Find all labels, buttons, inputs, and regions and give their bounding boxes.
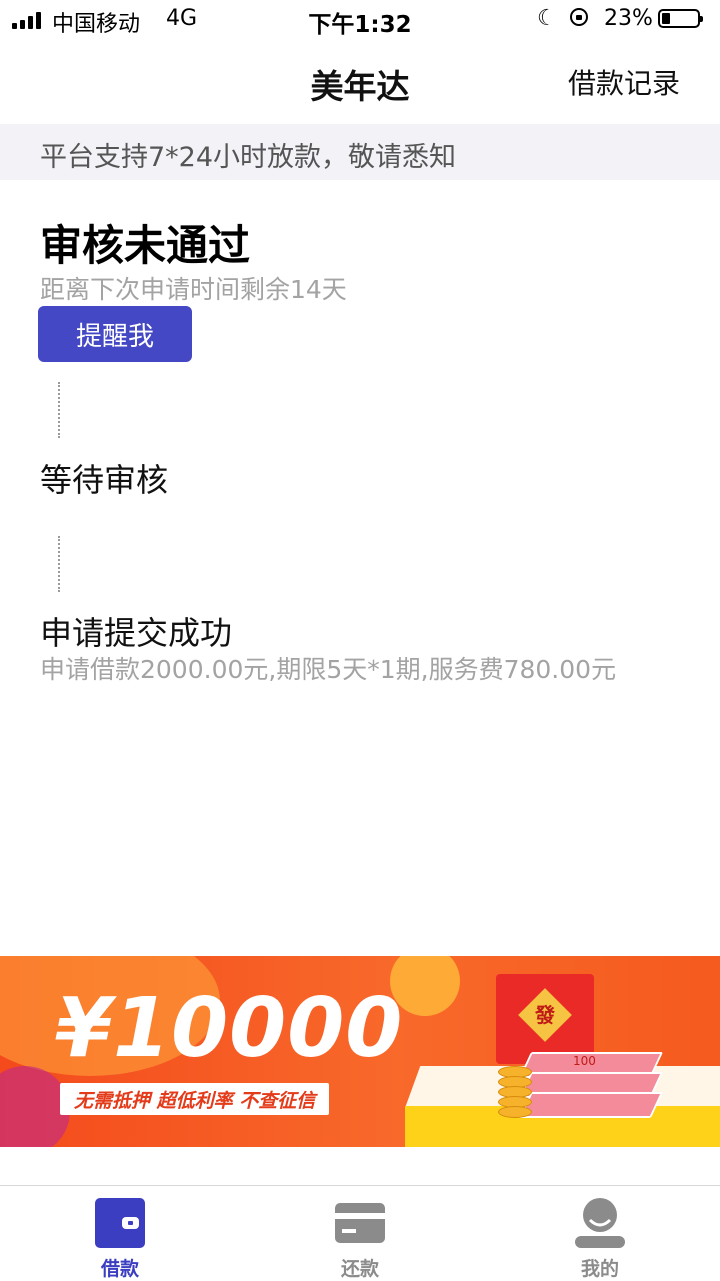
- notice-banner: 平台支持7*24小时放款，敬请悉知: [0, 124, 720, 180]
- battery-percent: 23%: [604, 6, 653, 31]
- cash-stack-icon: [518, 1092, 664, 1118]
- tab-repay-label: 还款: [340, 1258, 379, 1280]
- coin-icon: [498, 1106, 532, 1118]
- banner-amount: ¥10000: [55, 981, 404, 1076]
- profile-icon: [575, 1198, 625, 1248]
- cash-label: 100: [573, 1054, 596, 1068]
- rejected-step-title: 审核未通过: [40, 221, 251, 270]
- remind-me-button[interactable]: 提醒我: [38, 306, 192, 362]
- do-not-disturb-icon: ☾: [537, 6, 557, 31]
- banner-tags: 无需抵押 超低利率 不查征信: [60, 1083, 330, 1115]
- tab-borrow[interactable]: 借款: [0, 1186, 240, 1281]
- battery-icon: [658, 9, 703, 28]
- tab-bar: 借款 还款 我的: [0, 1185, 720, 1281]
- envelope-character: 發: [535, 1003, 555, 1027]
- rejected-step-subtitle: 距离下次申请时间剩余14天: [40, 275, 347, 304]
- status-bar: 中国移动 4G 下午1:32 ☾ 23%: [0, 0, 720, 40]
- timeline-connector: [58, 536, 60, 592]
- notice-text: 平台支持7*24小时放款，敬请悉知: [40, 142, 457, 173]
- tab-mine[interactable]: 我的: [480, 1186, 720, 1281]
- timeline-connector: [58, 382, 60, 438]
- loan-records-link[interactable]: 借款记录: [568, 62, 680, 102]
- submitted-step-subtitle: 申请借款2000.00元,期限5天*1期,服务费780.00元: [40, 655, 617, 684]
- tab-mine-label: 我的: [580, 1258, 619, 1280]
- wallet-icon: [95, 1198, 145, 1248]
- rotation-lock-icon: [570, 8, 588, 26]
- tab-borrow-label: 借款: [100, 1258, 139, 1280]
- pending-step-title: 等待审核: [40, 461, 169, 499]
- card-icon: [335, 1203, 385, 1243]
- nav-bar: 美年达 借款记录: [0, 40, 720, 124]
- tab-repay[interactable]: 还款: [240, 1186, 480, 1281]
- submitted-step-title: 申请提交成功: [40, 614, 233, 652]
